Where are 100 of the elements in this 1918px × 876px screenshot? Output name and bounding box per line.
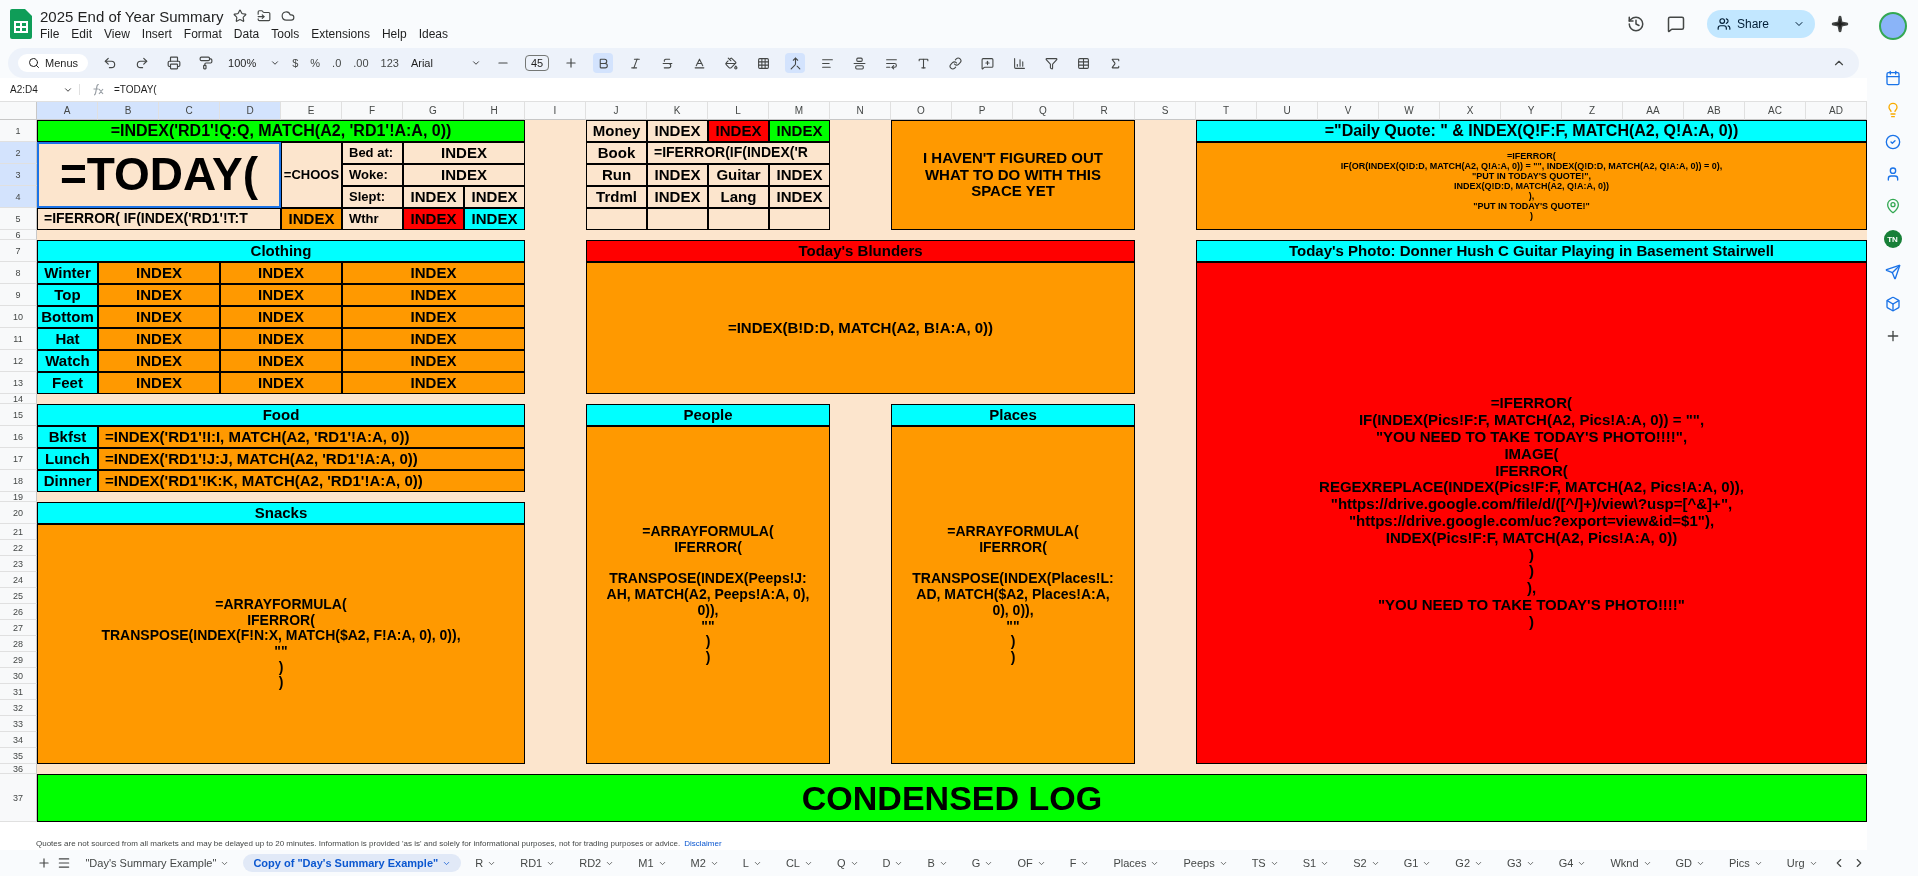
map-pin-icon[interactable] (1884, 198, 1901, 214)
row-header[interactable]: 9 (0, 284, 37, 306)
sheet-cell[interactable]: Lunch (37, 448, 98, 470)
sheet-cell[interactable]: INDEX (342, 262, 525, 284)
row-header[interactable]: 22 (0, 540, 37, 556)
row-header[interactable]: 23 (0, 556, 37, 572)
send-icon[interactable] (1884, 264, 1901, 280)
format-button[interactable]: .0 (332, 57, 342, 69)
column-header[interactable]: A (37, 102, 98, 120)
row-header[interactable]: 5 (0, 208, 37, 230)
row-header[interactable]: 21 (0, 524, 37, 540)
sheet-cell[interactable]: I HAVEN'T FIGURED OUT WHAT TO DO WITH THIS SPACE YET (891, 120, 1135, 230)
sheet-cell[interactable]: Top (37, 284, 98, 306)
column-header[interactable]: L (708, 102, 769, 120)
row-header[interactable]: 6 (0, 230, 37, 240)
sheet-cell[interactable]: INDEX (98, 306, 220, 328)
sheet-cell[interactable]: Slept: (342, 186, 403, 208)
sheet-cell[interactable]: INDEX (98, 372, 220, 394)
sheet-cell[interactable]: INDEX (281, 208, 342, 230)
sheet-tab[interactable]: GD (1665, 854, 1715, 872)
sheet-cell[interactable]: Book (586, 142, 647, 164)
sheet-cell[interactable]: People (586, 404, 830, 426)
sheet-cell[interactable]: INDEX (220, 284, 342, 306)
sheet-cell[interactable]: INDEX (708, 120, 769, 142)
sheet-cell[interactable]: INDEX (403, 142, 525, 164)
sheet-cell[interactable]: Money (586, 120, 647, 142)
sheet-cell[interactable]: Dinner (37, 470, 98, 492)
document-title[interactable]: 2025 End of Year Summary (40, 7, 224, 25)
menu-item[interactable]: Insert (141, 26, 172, 41)
formula-field[interactable]: =TODAY( (114, 84, 157, 95)
sheet-cell[interactable]: CONDENSED LOG (37, 774, 1867, 822)
column-header[interactable]: AD (1806, 102, 1867, 120)
sheet-cell[interactable]: =IFERROR( IF(INDEX(Pics!F:F, MATCH(A2, Pics!A:A, 0)) = "", "YOU NEED TO TAKE TODAY'S PHOTO!!!!", IMAGE( IFERROR( REGEXREPLACE(INDEX(Pics!F:F, MATCH(A2, Pics!A:A, 0)), "https://drive.google.com/file/d/([^/]+)/view\?usp=[^&]+", "https://drive.google.com/uc?export=view&id=$1"), INDEX(Pics!F:F, MATCH(A2, Pics!A:A, 0)) ) ) ), "YOU NEED TO TAKE TODAY'S PHOTO!!!!" ) (1196, 262, 1867, 764)
column-header[interactable]: P (952, 102, 1013, 120)
row-header[interactable]: 1 (0, 120, 37, 142)
row-header[interactable]: 25 (0, 588, 37, 604)
sheet-cell[interactable]: ="Daily Quote: " & INDEX(Q!F:F, MATCH(A2, Q!A:A, 0)) (1196, 120, 1867, 142)
column-header[interactable]: Y (1501, 102, 1562, 120)
history-icon[interactable] (1626, 15, 1645, 33)
sheet-cell[interactable]: =ARRAYFORMULA( IFERROR( TRANSPOSE(INDEX(Places!L: AD, MATCH($A2, Places!A:A, 0), 0)), "" ) ) (891, 426, 1135, 764)
sheet-cell[interactable]: Hat (37, 328, 98, 350)
sheet-tab[interactable]: M1 (628, 854, 677, 872)
menu-item[interactable]: Edit (71, 26, 93, 41)
sheet-cell[interactable]: INDEX (98, 284, 220, 306)
column-header[interactable]: J (586, 102, 647, 120)
row-header[interactable]: 20 (0, 502, 37, 524)
sheet-cell[interactable]: INDEX (98, 350, 220, 372)
sheet-tab[interactable]: "Day's Summary Example" (75, 854, 240, 872)
menu-item[interactable]: View (104, 26, 130, 41)
row-header[interactable]: 17 (0, 448, 37, 470)
sheet-cell[interactable]: INDEX (98, 262, 220, 284)
menu-item[interactable]: Help (381, 26, 407, 41)
sparkle-icon[interactable] (1831, 15, 1849, 33)
column-header[interactable]: M (769, 102, 830, 120)
sheet-tab[interactable]: G3 (1497, 854, 1545, 872)
sheet-cell[interactable]: INDEX (403, 208, 464, 230)
sheet-cell[interactable]: INDEX (220, 262, 342, 284)
sheet-cell[interactable]: INDEX (464, 186, 525, 208)
sheet-tab[interactable]: G1 (1393, 854, 1442, 872)
row-header[interactable]: 33 (0, 716, 37, 732)
column-header[interactable]: R (1074, 102, 1135, 120)
sheet-cell[interactable]: Lang (708, 186, 769, 208)
sheet-cell[interactable]: Snacks (37, 502, 525, 524)
row-header[interactable]: 11 (0, 328, 37, 350)
sheet-tab[interactable]: S1 (1292, 854, 1340, 872)
row-header[interactable]: 7 (0, 240, 37, 262)
sheet-tab[interactable]: G4 (1548, 854, 1597, 872)
column-header[interactable]: E (281, 102, 342, 120)
format-button[interactable]: 123 (380, 57, 399, 69)
row-header[interactable]: 34 (0, 732, 37, 748)
menu-item[interactable]: Data (233, 26, 260, 41)
sheet-cell[interactable] (647, 208, 708, 230)
sheet-cell[interactable]: Feet (37, 372, 98, 394)
sheet-cell[interactable]: INDEX (647, 186, 708, 208)
row-header[interactable]: 10 (0, 306, 37, 328)
column-header[interactable]: B (98, 102, 159, 120)
sheet-cell[interactable]: =IFERROR(IF(INDEX('R (647, 142, 830, 164)
sheet-cell[interactable]: Watch (37, 350, 98, 372)
sheet-cell[interactable]: INDEX (220, 328, 342, 350)
name-box[interactable]: A2:D4 (10, 84, 80, 95)
column-header[interactable]: V (1318, 102, 1379, 120)
share-button[interactable]: Share (1706, 10, 1815, 38)
column-header[interactable]: H (464, 102, 525, 120)
sheet-cell[interactable]: INDEX (647, 120, 708, 142)
column-header[interactable]: AC (1745, 102, 1806, 120)
sheet-tab[interactable]: B (917, 854, 958, 872)
sheet-cell[interactable]: INDEX (342, 284, 525, 306)
column-header[interactable]: S (1135, 102, 1196, 120)
row-header[interactable]: 29 (0, 652, 37, 668)
sheet-tab[interactable]: G (961, 854, 1004, 872)
row-header[interactable]: 18 (0, 470, 37, 492)
sheet-cell[interactable]: =TODAY( (37, 142, 281, 208)
sheet-cell[interactable]: Food (37, 404, 525, 426)
column-header[interactable]: X (1440, 102, 1501, 120)
column-header[interactable]: U (1257, 102, 1318, 120)
menu-item[interactable]: Format (183, 26, 222, 41)
row-header[interactable]: 27 (0, 620, 37, 636)
sheets-logo-icon[interactable] (10, 9, 32, 39)
sheet-cell[interactable]: =ARRAYFORMULA( IFERROR( TRANSPOSE(INDEX(F!N:X, MATCH($A2, F!A:A, 0), 0)), "" ) ) (37, 524, 525, 764)
row-header[interactable]: 15 (0, 404, 37, 426)
